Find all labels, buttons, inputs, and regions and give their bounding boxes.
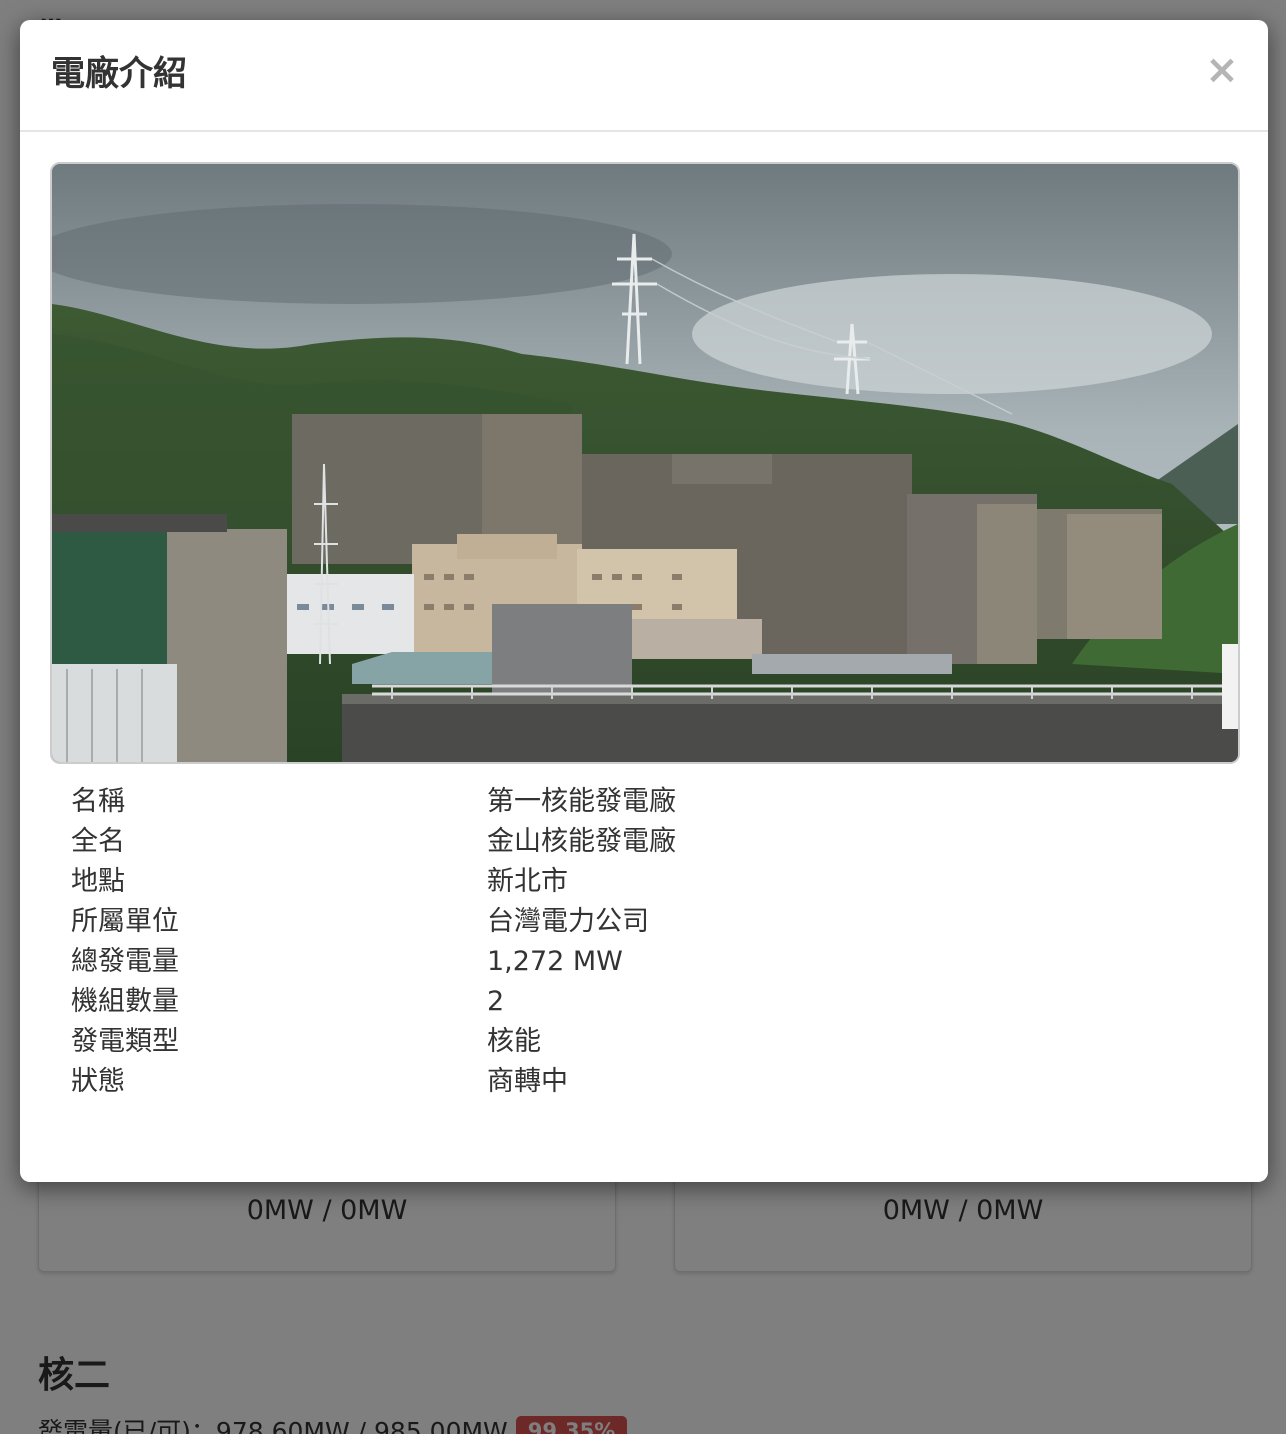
info-value: 第一核能發電廠 — [487, 786, 676, 817]
info-label: 全名 — [71, 826, 125, 857]
modal-title: 電廠介紹 — [51, 54, 187, 94]
modal-header: 電廠介紹 × — [20, 20, 1268, 132]
info-label: 狀態 — [71, 1066, 125, 1097]
info-label: 發電類型 — [71, 1026, 179, 1057]
info-value: 新北市 — [487, 866, 568, 897]
info-label: 名稱 — [71, 786, 125, 817]
info-value: 商轉中 — [487, 1066, 568, 1097]
info-label: 機組數量 — [71, 986, 179, 1017]
info-value: 核能 — [487, 1026, 541, 1057]
info-value: 2 — [487, 986, 505, 1017]
info-label: 地點 — [71, 866, 125, 897]
plant-photo — [50, 162, 1240, 764]
info-value: 金山核能發電廠 — [487, 826, 676, 857]
info-value: 1,272 MW — [487, 946, 623, 977]
plant-photo-image — [52, 164, 1238, 762]
info-label: 所屬單位 — [71, 906, 179, 937]
info-label: 總發電量 — [71, 946, 179, 977]
plant-info-modal: 電廠介紹 × 名稱 第一核能發電廠 全名 金山核能發電廠 地點 新北市 所屬單位… — [20, 20, 1268, 1182]
page: … 0MW / 0MW 0MW / 0MW 核二 發電量(已/可)：978.60… — [0, 0, 1286, 1434]
info-value: 台灣電力公司 — [487, 906, 649, 937]
close-button[interactable]: × — [1204, 48, 1240, 92]
